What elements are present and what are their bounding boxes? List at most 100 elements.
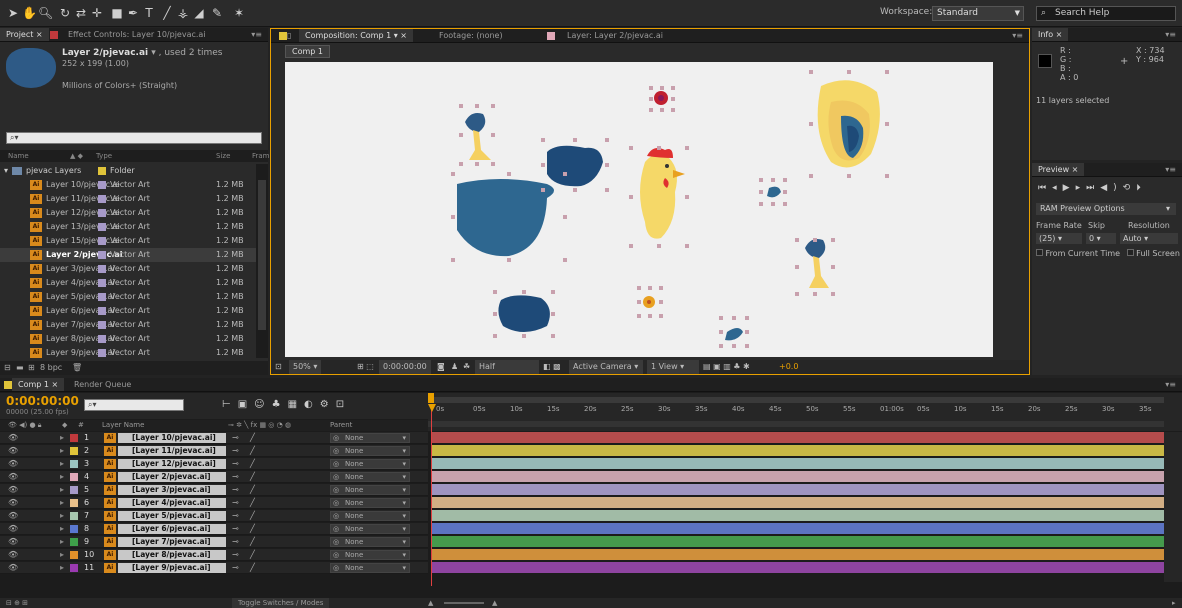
eye-icon[interactable]: 👁 <box>8 536 18 548</box>
shy-switch-icon[interactable]: ⊸ <box>232 523 239 535</box>
switches-header-icons[interactable]: ⊸ ✲ ╲ fx ▦ ◎ ◔ ◍ <box>228 420 291 431</box>
layer-name[interactable]: [Layer 12/pjevac.ai] <box>118 459 226 469</box>
small-bird-right[interactable] <box>805 239 829 288</box>
timeline-layer-row[interactable]: 👁 ▸ 3 Ai [Layer 12/pjevac.ai] ⊸ ╱ ◎ None ▾ <box>0 458 428 470</box>
live-update-icon[interactable]: ▣ <box>238 399 254 410</box>
shy-switch-icon[interactable]: ⊸ <box>232 471 239 483</box>
transform-handle[interactable] <box>831 265 835 269</box>
layer-name[interactable]: [Layer 2/pjevac.ai] <box>118 472 226 482</box>
project-item-row[interactable]: Ai Layer 5/pjevac.ai Vector Art 1.2 MB <box>0 290 256 304</box>
transform-handle[interactable] <box>551 312 555 316</box>
project-item-row[interactable]: Ai Layer 8/pjevac.ai Vector Art 1.2 MB <box>0 332 256 346</box>
motion-blur-icon[interactable]: ◐ <box>304 399 320 410</box>
quality-switch-icon[interactable]: ╱ <box>250 523 255 535</box>
expand-arrow-icon[interactable]: ▸ <box>60 536 64 548</box>
workspace-dropdown[interactable]: Standard ▼ <box>932 6 1024 21</box>
transform-handle[interactable] <box>459 104 463 108</box>
graph-editor-icon[interactable]: ⊡ <box>336 399 351 410</box>
layer-duration-bar[interactable] <box>432 549 1164 560</box>
selection-tool-icon[interactable]: ➤ <box>6 6 20 20</box>
shy-switch-icon[interactable]: ⊸ <box>232 445 239 457</box>
always-preview-icon[interactable]: ⊡ <box>275 360 282 374</box>
layer-name[interactable]: [Layer 7/pjevac.ai] <box>118 537 226 547</box>
expand-arrow-icon[interactable]: ▸ <box>60 510 64 522</box>
project-item-row[interactable]: Ai Layer 11/pjevac.ai Vector Art 1.2 MB <box>0 192 256 206</box>
full-screen-checkbox[interactable] <box>1126 249 1134 256</box>
col-frame[interactable]: Fram <box>252 150 270 162</box>
transform-handle[interactable] <box>745 330 749 334</box>
small-leaf-bottom[interactable] <box>725 328 743 341</box>
transform-handle[interactable] <box>809 70 813 74</box>
transform-handle[interactable] <box>759 178 763 182</box>
timeline-layer-row[interactable]: 👁 ▸ 7 Ai [Layer 5/pjevac.ai] ⊸ ╱ ◎ None ▾ <box>0 510 428 522</box>
transform-handle[interactable] <box>451 172 455 176</box>
project-item-row[interactable]: Ai Layer 2/pjevac.ai Vector Art 1.2 MB <box>0 248 256 262</box>
shy-switch-icon[interactable]: ⊸ <box>232 432 239 444</box>
eraser-tool-icon[interactable]: ◢ <box>192 6 206 20</box>
tab-footage[interactable]: Footage: (none) <box>433 29 509 42</box>
work-area-range[interactable] <box>428 421 1164 427</box>
project-scroll-thumb[interactable] <box>258 180 266 330</box>
transform-handle[interactable] <box>813 292 817 296</box>
transform-handle[interactable] <box>660 86 664 90</box>
parent-dropdown[interactable]: ◎ None ▾ <box>330 485 410 495</box>
transform-handle[interactable] <box>563 215 567 219</box>
transform-handle[interactable] <box>563 258 567 262</box>
transform-handle[interactable] <box>522 290 526 294</box>
transform-handle[interactable] <box>451 215 455 219</box>
transform-handle[interactable] <box>809 122 813 126</box>
col-size[interactable]: Size <box>216 150 230 162</box>
timeline-search-input[interactable]: ⌕▾ <box>84 399 184 411</box>
dark-blob-1[interactable] <box>547 145 603 187</box>
tab-render-queue[interactable]: Render Queue <box>68 378 137 391</box>
timeline-layer-row[interactable]: 👁 ▸ 2 Ai [Layer 11/pjevac.ai] ⊸ ╱ ◎ None ▾ <box>0 445 428 457</box>
transform-handle[interactable] <box>491 162 495 166</box>
shy-switch-icon[interactable]: ⊸ <box>232 536 239 548</box>
current-time-display[interactable]: 0:00:00:00 <box>379 360 431 374</box>
tab-comp-1[interactable]: Comp 1 × <box>12 378 65 391</box>
transform-handle[interactable] <box>475 104 479 108</box>
transform-handle[interactable] <box>685 195 689 199</box>
transform-handle[interactable] <box>491 104 495 108</box>
next-frame-icon[interactable]: ▸ <box>1076 183 1087 193</box>
tab-project[interactable]: Project × <box>0 28 49 41</box>
layer-duration-bar[interactable] <box>432 510 1164 521</box>
layer-duration-bar[interactable] <box>432 458 1164 469</box>
transform-handle[interactable] <box>493 312 497 316</box>
expand-arrow-icon[interactable]: ▸ <box>60 458 64 470</box>
transform-handle[interactable] <box>649 86 653 90</box>
transform-handle[interactable] <box>637 286 641 290</box>
transform-handle[interactable] <box>451 258 455 262</box>
layer-duration-bar[interactable] <box>432 562 1164 573</box>
ram-preview-icon[interactable]: ⏵ <box>1136 183 1147 193</box>
pickwhip-icon[interactable]: ◎ <box>333 460 339 468</box>
zoom-dropdown[interactable]: 50% ▾ <box>289 360 322 374</box>
label-color-swatch[interactable] <box>70 525 78 533</box>
eye-icon[interactable]: 👁 <box>8 445 18 457</box>
transform-handle[interactable] <box>847 70 851 74</box>
transform-handle[interactable] <box>541 188 545 192</box>
pickwhip-icon[interactable]: ◎ <box>333 512 339 520</box>
camera-dropdown[interactable]: Active Camera ▾ <box>569 360 643 374</box>
transform-handle[interactable] <box>732 344 736 348</box>
layer-duration-bar[interactable] <box>432 523 1164 534</box>
transform-handle[interactable] <box>685 146 689 150</box>
audio-icon[interactable]: ◀) <box>1100 183 1122 193</box>
transform-handle[interactable] <box>493 290 497 294</box>
quality-switch-icon[interactable]: ╱ <box>250 510 255 522</box>
small-bird-top[interactable] <box>465 113 491 160</box>
transform-handle[interactable] <box>759 190 763 194</box>
label-color-swatch[interactable] <box>70 512 78 520</box>
type-tool-icon[interactable]: T <box>142 6 156 20</box>
eye-icon[interactable]: 👁 <box>8 523 18 535</box>
quality-switch-icon[interactable]: ╱ <box>250 471 255 483</box>
zoom-tool-icon[interactable]: 🔍︎ <box>38 6 53 20</box>
hide-shy-icon[interactable]: ♣ <box>272 399 288 410</box>
project-item-row[interactable]: Ai Layer 9/pjevac.ai Vector Art 1.2 MB <box>0 346 256 360</box>
hand-tool-icon[interactable]: ✋ <box>22 6 37 20</box>
layer-name[interactable]: [Layer 4/pjevac.ai] <box>118 498 226 508</box>
transform-handle[interactable] <box>605 188 609 192</box>
label-color-swatch[interactable] <box>70 499 78 507</box>
work-area-start-handle[interactable] <box>428 393 434 403</box>
transform-handle[interactable] <box>719 344 723 348</box>
